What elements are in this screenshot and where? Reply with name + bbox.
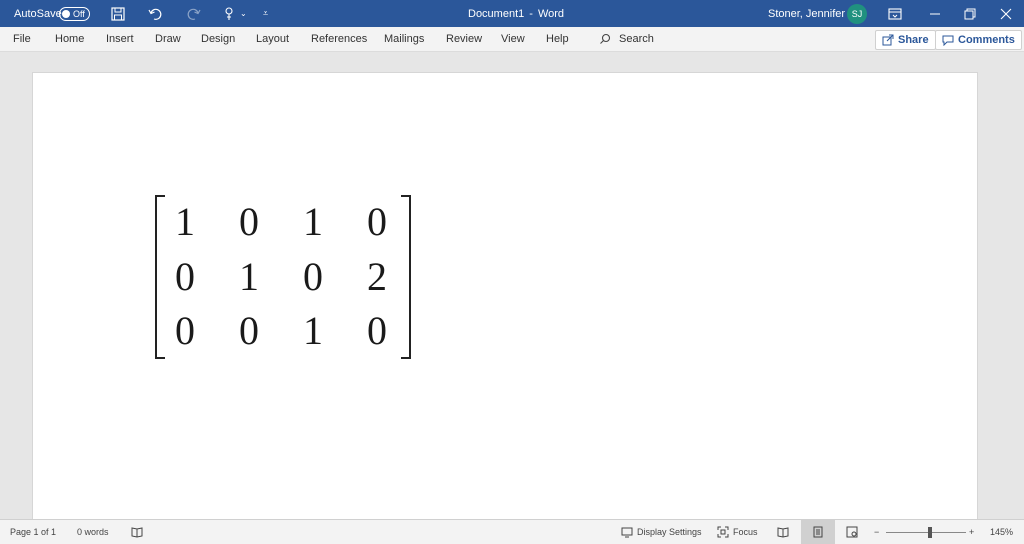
close-icon[interactable] [998,0,1014,27]
share-icon [882,34,894,46]
zoom-out-button[interactable]: − [874,520,879,544]
tab-design[interactable]: Design [201,27,235,51]
print-layout-icon[interactable] [801,520,835,544]
matrix-cell: 0 [367,308,387,353]
comments-button[interactable]: Comments [935,30,1022,50]
autosave-label: AutoSave [14,7,62,20]
matrix-cell: 1 [303,199,323,244]
page-count[interactable]: Page 1 of 1 [10,520,56,544]
tab-help[interactable]: Help [546,27,569,51]
matrix-cell: 0 [367,199,387,244]
redo-icon[interactable] [186,0,202,27]
tab-review[interactable]: Review [446,27,482,51]
document-title: Document1 [468,7,525,20]
ribbon-display-options-icon[interactable] [887,0,903,27]
tab-layout[interactable]: Layout [256,27,289,51]
search-icon [600,33,611,44]
tab-draw[interactable]: Draw [155,27,181,51]
document-canvas: 1 0 1 0 0 1 0 2 0 0 1 0 [0,52,1024,532]
search-label: Search [619,33,654,45]
display-settings-button[interactable]: Display Settings [621,520,702,544]
matrix-cell: 1 [239,254,259,299]
autosave-state: Off [73,8,85,19]
comments-label: Comments [958,34,1015,46]
word-count[interactable]: 0 words [77,520,109,544]
matrix-cell: 0 [175,308,195,353]
tab-file[interactable]: File [13,27,31,51]
toggle-knob-icon [62,9,70,18]
matrix-cell: 1 [303,308,323,353]
status-bar: Page 1 of 1 0 words Display Settings Foc… [0,519,1024,544]
zoom-level[interactable]: 145% [990,520,1013,544]
zoom-in-button[interactable]: + [969,520,974,544]
save-icon[interactable] [110,0,126,27]
zoom-slider-thumb[interactable] [928,526,932,538]
matrix-equation[interactable]: 1 0 1 0 0 1 0 2 0 0 1 0 [155,195,411,359]
tab-insert[interactable]: Insert [106,27,134,51]
zoom-slider[interactable] [886,520,966,544]
restore-icon[interactable] [962,0,978,27]
tab-view[interactable]: View [501,27,525,51]
minimize-icon[interactable] [927,0,943,27]
proofing-icon[interactable] [131,520,143,544]
left-bracket [155,195,165,359]
customize-toolbar-icon[interactable]: ⩡ [263,0,268,27]
read-mode-icon[interactable] [777,520,789,544]
focus-button[interactable]: Focus [717,520,758,544]
tab-mailings[interactable]: Mailings [384,27,424,51]
document-page[interactable]: 1 0 1 0 0 1 0 2 0 0 1 0 [32,72,978,532]
title-bar: AutoSave Off ⌄ ⩡ Document1 - Word Stoner… [0,0,1024,27]
matrix-cell: 0 [303,254,323,299]
focus-label: Focus [733,527,758,537]
share-label: Share [898,34,929,46]
app-name: Word [537,7,565,20]
chevron-down-icon: ⌄ [240,9,247,18]
ribbon-tabs: File Home Insert Draw Design Layout Refe… [0,27,1024,52]
user-name[interactable]: Stoner, Jennifer L [768,0,854,27]
comment-icon [942,35,954,46]
display-settings-label: Display Settings [637,527,702,537]
right-bracket [401,195,411,359]
web-layout-icon[interactable] [846,520,858,544]
tab-home[interactable]: Home [55,27,84,51]
touch-mode-icon[interactable]: ⌄ [222,0,247,27]
undo-icon[interactable] [147,0,163,27]
avatar: SJ [847,3,867,24]
matrix-cell: 0 [239,308,259,353]
user-avatar[interactable]: SJ [847,0,867,27]
search-box[interactable]: Search [599,27,654,51]
matrix-cell: 1 [175,199,195,244]
matrix-cell: 0 [175,254,195,299]
matrix-cell: 2 [367,254,387,299]
autosave-toggle[interactable]: Off [59,0,90,27]
monitor-icon [621,527,633,538]
title-separator: - [529,7,533,20]
focus-icon [717,526,729,538]
share-button[interactable]: Share [875,30,936,50]
tab-references[interactable]: References [311,27,367,51]
matrix-cell: 0 [239,199,259,244]
